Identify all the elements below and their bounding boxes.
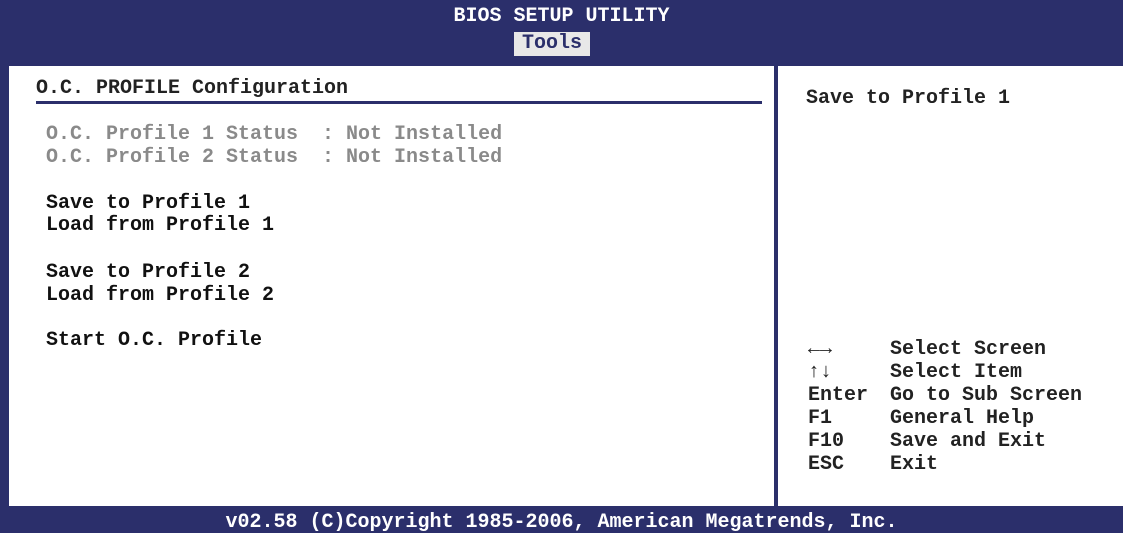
key-description: Select Item — [890, 361, 1023, 384]
key-description: General Help — [890, 407, 1035, 430]
title-bar: BIOS SETUP UTILITY Tools — [0, 0, 1123, 58]
key-legend: ←→ Select Screen ↑↓ Select Item Enter Go… — [808, 338, 1118, 476]
key-row: F1 General Help — [808, 407, 1118, 430]
profile-2-status: O.C. Profile 2 Status : Not Installed — [46, 146, 503, 169]
key-row: ←→ Select Screen — [808, 338, 1118, 361]
up-down-arrows-icon: ↑↓ — [808, 361, 833, 384]
menu-item-start-oc-profile[interactable]: Start O.C. Profile — [46, 330, 262, 352]
copyright-footer: v02.58 (C)Copyright 1985-2006, American … — [0, 512, 1123, 534]
help-text: Save to Profile 1 — [806, 87, 1011, 110]
key-description: Select Screen — [890, 338, 1047, 361]
app-title: BIOS SETUP UTILITY — [453, 5, 670, 28]
key-description: Exit — [890, 453, 939, 476]
menu-item-save-profile-2[interactable]: Save to Profile 2 — [46, 262, 250, 284]
profile-1-status: O.C. Profile 1 Status : Not Installed — [46, 123, 503, 146]
menu-item-load-profile-1[interactable]: Load from Profile 1 — [46, 215, 274, 237]
key-row: ESC Exit — [808, 453, 1118, 476]
menu-item-save-profile-1[interactable]: Save to Profile 1 — [46, 193, 250, 215]
key-name: F1 — [808, 407, 833, 430]
key-name: ESC — [808, 453, 845, 476]
menu-item-load-profile-2[interactable]: Load from Profile 2 — [46, 285, 274, 307]
key-row: ↑↓ Select Item — [808, 361, 1118, 384]
tab-tools[interactable]: Tools — [514, 32, 590, 56]
section-divider — [36, 101, 762, 104]
key-row: F10 Save and Exit — [808, 430, 1118, 453]
left-right-arrows-icon: ←→ — [808, 338, 833, 361]
key-row: Enter Go to Sub Screen — [808, 384, 1118, 407]
key-name: F10 — [808, 430, 845, 453]
section-title: O.C. PROFILE Configuration — [36, 77, 349, 100]
key-description: Go to Sub Screen — [890, 384, 1083, 407]
key-name: Enter — [808, 384, 869, 407]
key-description: Save and Exit — [890, 430, 1047, 453]
